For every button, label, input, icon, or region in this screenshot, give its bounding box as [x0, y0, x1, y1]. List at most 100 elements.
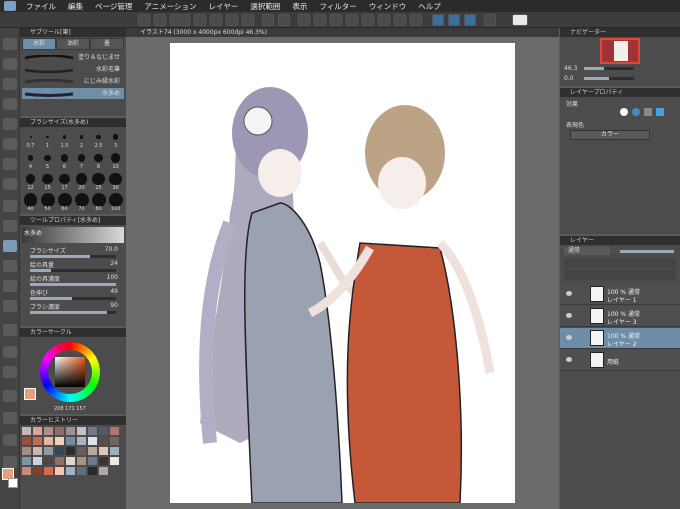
color-history-swatch[interactable] — [77, 427, 86, 435]
tool-property-row[interactable]: 色伸び 49 — [20, 288, 126, 301]
hue-ring[interactable] — [40, 342, 100, 402]
tool-property-slider[interactable] — [30, 297, 116, 300]
tool-property-row[interactable]: 絵の具濃度 100 — [20, 274, 126, 287]
brush-size-cell[interactable]: 80 — [90, 192, 107, 213]
color-history-swatch[interactable] — [66, 437, 75, 445]
color-history-swatch[interactable] — [110, 447, 119, 455]
color-history-swatch[interactable] — [44, 447, 53, 455]
color-history-swatch[interactable] — [33, 467, 42, 475]
effect-tone-icon[interactable] — [632, 108, 640, 116]
color-history-swatch[interactable] — [99, 437, 108, 445]
layer-row[interactable]: 100 % 通常 レイヤー 3 — [560, 306, 680, 327]
layer-row[interactable]: 100 % 通常 レイヤー 2 — [560, 328, 680, 349]
brush-size-cell[interactable]: 25 — [90, 171, 107, 192]
pen-tool-icon[interactable] — [3, 158, 17, 170]
ruler-icon[interactable] — [394, 14, 406, 26]
brush-item[interactable]: 水彩毛筆 — [22, 64, 124, 75]
brush-size-cell[interactable]: 1.5 — [56, 129, 73, 150]
eye-icon[interactable] — [566, 313, 572, 318]
color-history-swatch[interactable] — [44, 437, 53, 445]
pencil-tool-icon[interactable] — [3, 178, 17, 190]
brush-size-cell[interactable]: 2.5 — [90, 129, 107, 150]
color-history-swatch[interactable] — [110, 427, 119, 435]
menu-layer[interactable]: レイヤー — [203, 1, 245, 12]
effect-mask-icon[interactable] — [656, 108, 664, 116]
color-history-swatch[interactable] — [22, 467, 31, 475]
color-history-swatch[interactable] — [55, 427, 64, 435]
ruler-tool-icon[interactable] — [3, 390, 17, 402]
menu-file[interactable]: ファイル — [20, 1, 62, 12]
brush-size-cell[interactable]: 30 — [107, 171, 124, 192]
brush-size-cell[interactable]: 7 — [73, 150, 90, 171]
tool-property-slider[interactable] — [30, 255, 116, 258]
transform-icon[interactable] — [346, 14, 358, 26]
color-history-swatch[interactable] — [66, 427, 75, 435]
color-history-swatch[interactable] — [77, 447, 86, 455]
blend-tool-icon[interactable] — [3, 260, 17, 272]
copy-icon[interactable] — [226, 14, 238, 26]
brush-size-cell[interactable]: 50 — [39, 192, 56, 213]
color-history-swatch[interactable] — [66, 467, 75, 475]
tool-property-row[interactable]: ブラシ濃度 90 — [20, 302, 126, 315]
preview-icon[interactable] — [170, 14, 190, 26]
color-history-swatch[interactable] — [66, 457, 75, 465]
effect-border-icon[interactable] — [620, 108, 628, 116]
trash-icon[interactable] — [242, 14, 254, 26]
brush-size-cell[interactable]: 17 — [56, 171, 73, 192]
gradient-tool-icon[interactable] — [3, 324, 17, 336]
eye-icon[interactable] — [566, 335, 572, 340]
tab-watercolor[interactable]: 水彩 — [23, 39, 55, 49]
color-history-swatch[interactable] — [22, 447, 31, 455]
new-document-icon[interactable] — [154, 14, 166, 26]
brush-size-cell[interactable]: 5 — [39, 150, 56, 171]
tool-property-slider[interactable] — [30, 269, 116, 272]
redo-icon[interactable] — [278, 14, 290, 26]
undo-icon[interactable] — [262, 14, 274, 26]
rotate-slider[interactable] — [584, 77, 634, 80]
brush-size-cell[interactable]: 12 — [22, 171, 39, 192]
color-history-swatch[interactable] — [77, 437, 86, 445]
eyedropper-tool-icon[interactable] — [3, 138, 17, 150]
effect-layer-color-icon[interactable] — [644, 108, 652, 116]
tool-property-row[interactable]: 絵の具量 24 — [20, 260, 126, 273]
help-icon[interactable] — [512, 14, 528, 26]
blend-mode-select[interactable]: 通常 — [564, 247, 610, 255]
color-history-swatch[interactable] — [99, 467, 108, 475]
ruler-settings-icon[interactable] — [484, 14, 496, 26]
color-history-swatch[interactable] — [110, 457, 119, 465]
color-history-swatch[interactable] — [66, 447, 75, 455]
guide-icon[interactable] — [410, 14, 422, 26]
brush-size-cell[interactable]: 1 — [39, 129, 56, 150]
save-icon[interactable] — [210, 14, 222, 26]
brush-size-cell[interactable]: 15 — [39, 171, 56, 192]
color-history-swatch[interactable] — [88, 467, 97, 475]
color-history-swatch[interactable] — [77, 467, 86, 475]
expression-color-select[interactable]: カラー — [570, 130, 650, 140]
color-history-swatch[interactable] — [110, 437, 119, 445]
menu-animation[interactable]: アニメーション — [138, 1, 202, 12]
text-tool-icon[interactable] — [3, 412, 17, 424]
color-history-swatch[interactable] — [99, 427, 108, 435]
brush-size-cell[interactable]: 100 — [107, 192, 124, 213]
navigator-thumbnail[interactable] — [600, 38, 640, 64]
color-history-swatch[interactable] — [22, 437, 31, 445]
eye-icon[interactable] — [566, 291, 572, 296]
menu-filter[interactable]: フィルター — [313, 1, 362, 12]
color-history-swatch[interactable] — [99, 447, 108, 455]
brush-size-cell[interactable]: 20 — [73, 171, 90, 192]
lasso-tool-icon[interactable] — [3, 118, 17, 130]
color-history-swatch[interactable] — [55, 447, 64, 455]
tool-property-row[interactable]: ブラシサイズ 70.0 — [20, 246, 126, 259]
fill-tool-icon[interactable] — [3, 280, 17, 292]
color-history-swatch[interactable] — [55, 437, 64, 445]
brush-size-cell[interactable]: 8 — [90, 150, 107, 171]
brush-size-cell[interactable]: 3 — [107, 129, 124, 150]
menu-view[interactable]: 表示 — [286, 1, 313, 12]
layer-row[interactable]: 用紙 — [560, 350, 680, 371]
snap-ruler-icon[interactable] — [448, 14, 460, 26]
decoration-tool-icon[interactable] — [3, 300, 17, 312]
operation-tool-icon[interactable] — [3, 78, 17, 90]
brush-size-grid[interactable]: 0.7 1 1.5 2 2.5 3 4 5 6 7 8 10 12 15 17 20 25 30 40 50 60 70 8… — [22, 129, 124, 213]
tool-property-slider[interactable] — [30, 311, 116, 314]
menu-window[interactable]: ウィンドウ — [363, 1, 413, 12]
